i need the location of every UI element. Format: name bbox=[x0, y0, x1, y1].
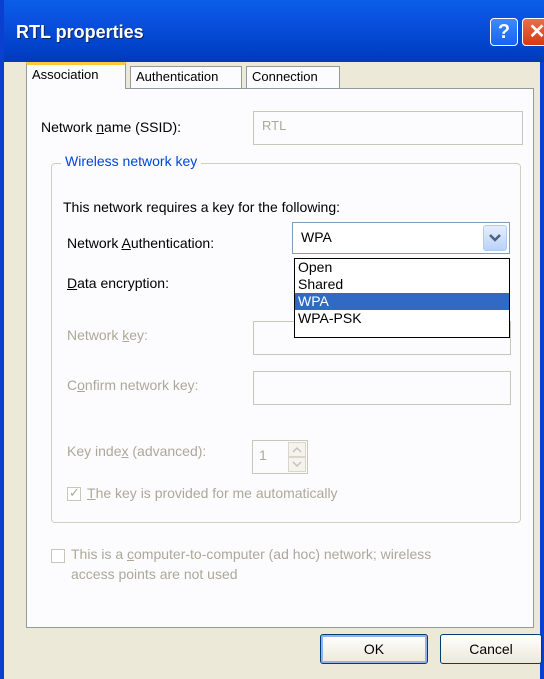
network-authentication-select[interactable]: WPA bbox=[292, 222, 510, 254]
auto-key-checkbox[interactable]: ✓ bbox=[67, 485, 81, 501]
auth-option-shared[interactable]: Shared bbox=[295, 276, 509, 293]
spinner-up-button[interactable] bbox=[288, 442, 306, 457]
properties-dialog: RTL properties ? ✕ Association Authentic… bbox=[0, 0, 544, 679]
checkmark-icon: ✓ bbox=[69, 485, 80, 500]
key-index-label: Key index (advanced): bbox=[67, 443, 207, 459]
requires-key-text: This network requires a key for the foll… bbox=[63, 199, 341, 215]
ssid-label: Network name (SSID): bbox=[41, 119, 182, 135]
network-authentication-label: Network Authentication: bbox=[67, 235, 215, 251]
window-title: RTL properties bbox=[16, 22, 144, 42]
selected-auth-value: WPA bbox=[301, 229, 332, 245]
auto-key-label: The key is provided for me automatically bbox=[87, 485, 338, 501]
help-button[interactable]: ? bbox=[490, 18, 518, 46]
tab-association[interactable]: Association bbox=[26, 62, 126, 89]
ssid-field[interactable]: RTL bbox=[253, 111, 523, 145]
adhoc-checkbox[interactable] bbox=[51, 549, 65, 563]
title-bar[interactable]: RTL properties ? ✕ bbox=[4, 0, 544, 62]
dropdown-arrow-button[interactable] bbox=[483, 225, 507, 251]
auth-option-open[interactable]: Open bbox=[295, 259, 509, 276]
chevron-up-icon bbox=[292, 446, 302, 453]
auth-options-list[interactable]: Open Shared WPA WPA-PSK bbox=[294, 258, 510, 338]
spinner-buttons bbox=[288, 442, 306, 472]
close-button[interactable]: ✕ bbox=[522, 18, 544, 46]
adhoc-label-line2: access points are not used bbox=[71, 566, 238, 582]
confirm-network-key-label: Confirm network key: bbox=[67, 377, 199, 393]
association-panel: Network name (SSID): RTL Wireless networ… bbox=[26, 88, 534, 628]
chevron-down-icon bbox=[292, 461, 302, 468]
chevron-down-icon bbox=[489, 234, 501, 242]
adhoc-label-line1: This is a computer-to-computer (ad hoc) … bbox=[71, 546, 432, 562]
tab-authentication[interactable]: Authentication bbox=[130, 66, 242, 88]
tab-connection[interactable]: Connection bbox=[246, 66, 340, 88]
data-encryption-label: Data encryption: bbox=[67, 275, 169, 291]
key-index-value: 1 bbox=[259, 447, 267, 463]
spinner-down-button[interactable] bbox=[288, 457, 306, 472]
auth-option-wpa-psk[interactable]: WPA-PSK bbox=[295, 310, 509, 327]
cancel-button[interactable]: Cancel bbox=[440, 634, 542, 664]
network-key-label: Network key: bbox=[67, 327, 148, 343]
wireless-key-group-title: Wireless network key bbox=[61, 153, 202, 169]
auth-option-wpa[interactable]: WPA bbox=[295, 293, 509, 310]
confirm-network-key-field[interactable] bbox=[253, 371, 511, 405]
ok-button[interactable]: OK bbox=[320, 634, 428, 664]
key-index-spinner[interactable]: 1 bbox=[252, 440, 308, 474]
